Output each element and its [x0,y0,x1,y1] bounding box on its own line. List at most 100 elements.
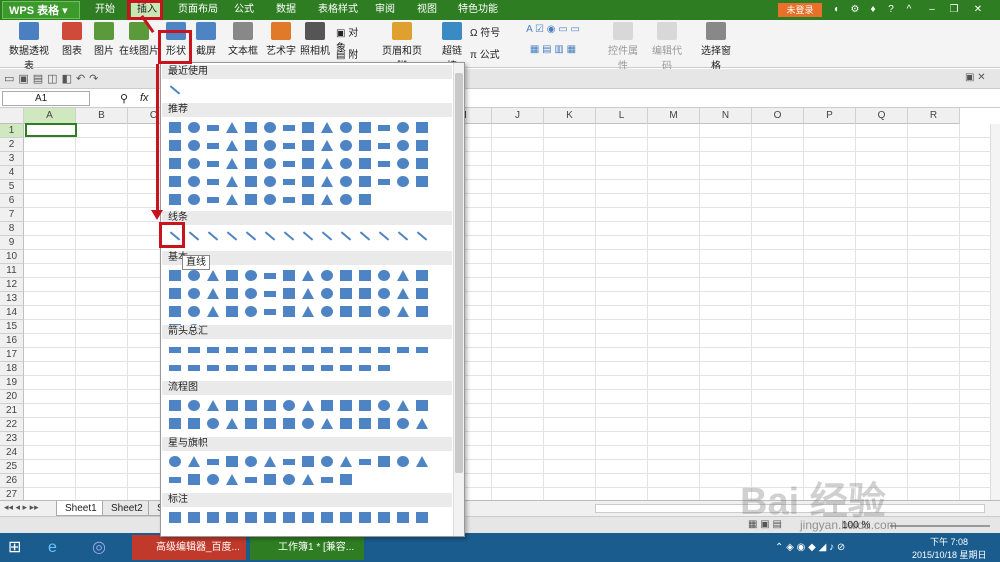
shape-option-icon[interactable] [283,270,295,281]
shape-option-icon[interactable] [340,306,352,317]
shape-option-icon[interactable] [188,418,200,429]
shape-option-icon[interactable] [264,194,276,205]
shape-option-icon[interactable] [169,418,181,429]
shape-option-icon[interactable] [245,365,257,371]
row-header-5[interactable]: 5 [0,180,24,194]
shape-option-icon[interactable] [264,140,276,151]
shape-option-icon[interactable] [283,418,295,429]
row-header-1[interactable]: 1 [0,124,24,138]
taskbar-item-workbook[interactable]: 工作簿1 * [兼容... [250,535,364,560]
shape-option-icon[interactable] [302,400,314,411]
shape-option-icon[interactable] [207,474,219,485]
shape-option-icon[interactable] [378,347,390,353]
app-menu-button[interactable]: WPS 表格 ▾ [2,1,80,19]
symbol-button[interactable]: Ω 符号 [470,24,510,39]
shape-option-icon[interactable] [245,418,257,429]
online-picture-button[interactable]: 在线图片 [119,22,159,57]
shape-option-icon[interactable] [359,270,371,281]
shape-option-icon[interactable] [359,459,371,465]
shape-option-icon[interactable] [397,418,409,429]
shape-option-icon[interactable] [226,158,238,169]
shape-option-icon[interactable] [188,306,200,317]
shape-option-icon[interactable] [226,231,238,241]
shape-option-icon[interactable] [188,122,200,133]
shape-option-icon[interactable] [264,231,276,241]
shape-option-icon[interactable] [245,456,257,467]
name-box[interactable]: A1 [2,91,90,106]
shape-option-icon[interactable] [397,122,409,133]
shape-option-icon[interactable] [226,474,238,485]
shape-option-icon[interactable] [302,365,314,371]
menu-review[interactable]: 审阅 [375,0,395,20]
shape-option-icon[interactable] [302,194,314,205]
sheet-tab-2[interactable]: Sheet2 [102,501,152,516]
row-header-8[interactable]: 8 [0,222,24,236]
menu-data[interactable]: 数据 [276,0,296,20]
shape-option-icon[interactable] [359,176,371,187]
shape-option-icon[interactable] [226,288,238,299]
shape-option-icon[interactable] [226,456,238,467]
shape-option-icon[interactable] [207,125,219,131]
shape-option-icon[interactable] [283,512,295,523]
shape-option-icon[interactable] [169,512,181,523]
shape-option-icon[interactable] [283,197,295,203]
shape-option-icon[interactable] [321,365,333,371]
shape-option-icon[interactable] [359,418,371,429]
shape-option-icon[interactable] [226,365,238,371]
shape-option-icon[interactable] [359,400,371,411]
shape-option-icon[interactable] [340,347,352,353]
shape-option-icon[interactable] [264,400,276,411]
shape-option-icon[interactable] [340,365,352,371]
row-header-24[interactable]: 24 [0,446,24,460]
shape-option-icon[interactable] [302,347,314,353]
shape-option-icon[interactable] [207,365,219,371]
select-all-corner[interactable] [0,108,24,124]
windows-start-icon[interactable]: ⊞ [8,535,28,560]
form-controls-2[interactable]: ▦ ▤ ▥ ▦ [523,44,583,55]
active-cell[interactable] [25,123,77,137]
row-header-15[interactable]: 15 [0,320,24,334]
shape-option-icon[interactable] [416,418,428,429]
shape-option-icon[interactable] [188,365,200,371]
shape-option-icon[interactable] [302,306,314,317]
shape-option-icon[interactable] [264,122,276,133]
shape-option-icon[interactable] [321,158,333,169]
shape-option-icon[interactable] [302,288,314,299]
taskbar-item-editor[interactable]: 高级编辑器_百度... [132,535,246,560]
login-button[interactable]: 未登录 [778,3,822,17]
shape-option-icon[interactable] [340,512,352,523]
shape-option-icon[interactable] [302,176,314,187]
ie-icon[interactable]: e [48,535,74,560]
settings-icon[interactable]: ⚙ [849,4,861,16]
row-header-4[interactable]: 4 [0,166,24,180]
column-header-l[interactable]: L [596,108,648,124]
shape-option-icon[interactable] [302,158,314,169]
shape-option-icon[interactable] [359,194,371,205]
menu-features[interactable]: 特色功能 [458,0,498,20]
shape-option-icon[interactable] [302,418,314,429]
shape-option-icon[interactable] [245,306,257,317]
shape-option-icon[interactable] [283,161,295,167]
close-icon[interactable]: ✕ [972,4,984,16]
menu-page-layout[interactable]: 页面布局 [178,0,218,20]
sheet-tab-1[interactable]: Sheet1 [56,501,106,516]
shape-option-icon[interactable] [321,122,333,133]
shape-option-icon[interactable] [321,140,333,151]
row-header-26[interactable]: 26 [0,474,24,488]
shape-option-icon[interactable] [340,122,352,133]
shape-option-icon[interactable] [397,288,409,299]
quick-access-icons[interactable]: ▭▣▤◫◧↶↷ [4,72,102,85]
row-header-12[interactable]: 12 [0,278,24,292]
shape-option-icon[interactable] [416,231,428,241]
shape-option-icon[interactable] [264,512,276,523]
shape-option-icon[interactable] [321,347,333,353]
shape-option-icon[interactable] [226,194,238,205]
shape-option-icon[interactable] [188,456,200,467]
pivot-table-button[interactable]: 数据透视表 [6,22,52,72]
shape-option-icon[interactable] [169,477,181,483]
shape-option-icon[interactable] [207,512,219,523]
shape-option-icon[interactable] [169,288,181,299]
shape-option-icon[interactable] [283,179,295,185]
shape-option-icon[interactable] [188,474,200,485]
shape-option-icon[interactable] [340,288,352,299]
